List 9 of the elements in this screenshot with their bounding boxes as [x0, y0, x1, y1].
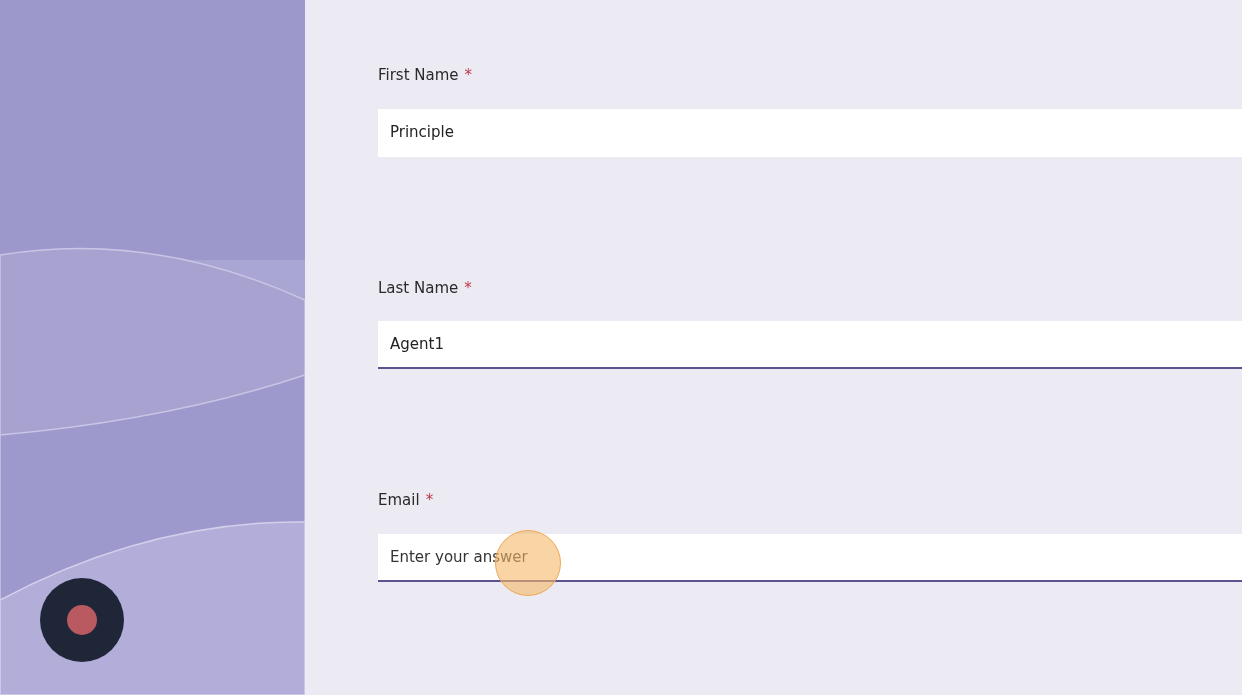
field-label: Last Name — [378, 277, 459, 299]
required-mark: * — [425, 490, 434, 511]
input-field[interactable]: Agent1 — [378, 321, 1242, 369]
required-mark: * — [464, 277, 472, 299]
required-mark: * — [464, 65, 473, 86]
field-label: Email — [378, 490, 420, 511]
input-field[interactable]: Principle — [378, 108, 1242, 157]
input-field[interactable]: Enter your answer — [378, 533, 1242, 582]
field-label: First Name — [378, 65, 459, 86]
